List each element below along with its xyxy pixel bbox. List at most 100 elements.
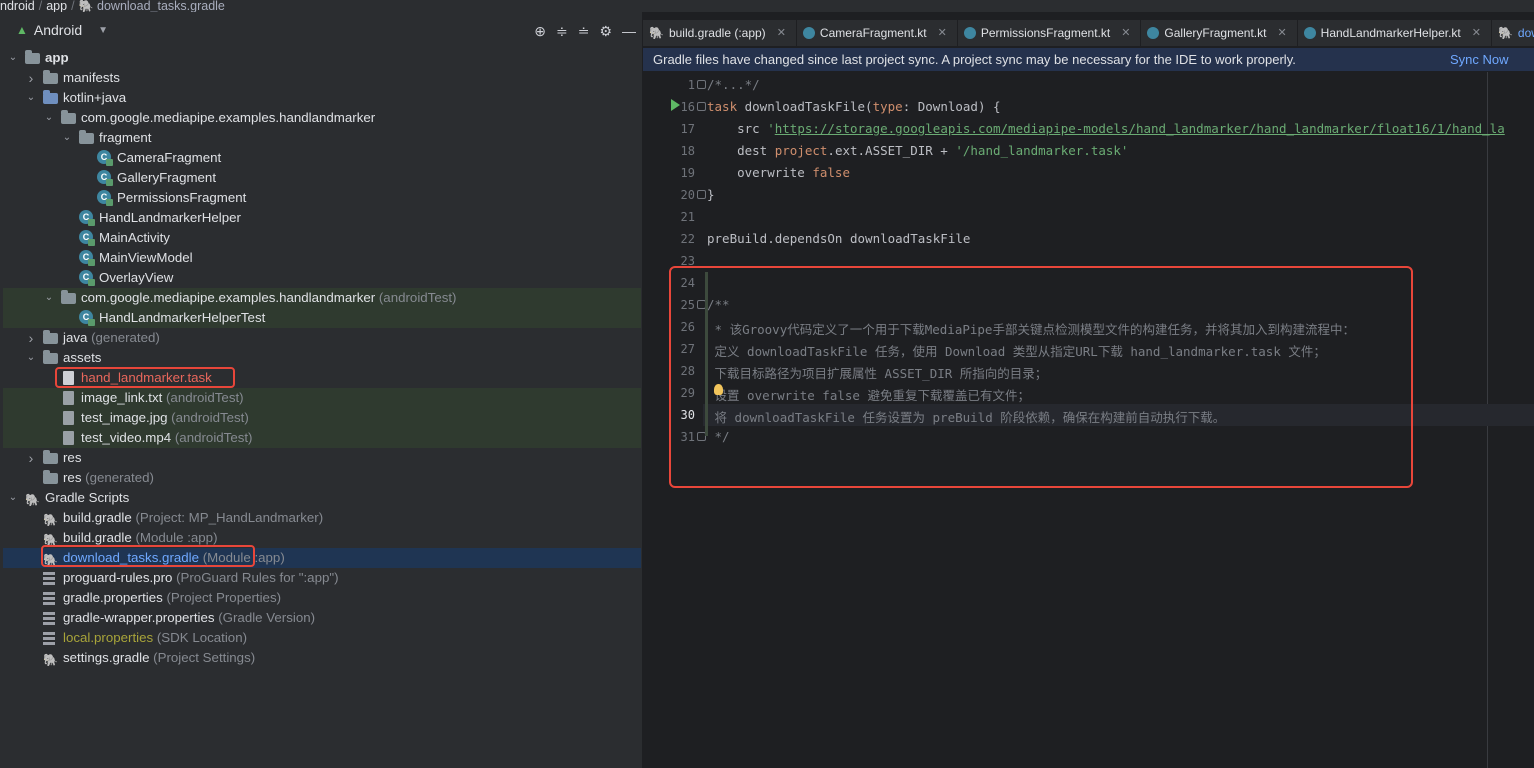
editor-area: 🐘 build.gradle (:app) ✕ CameraFragment.kt ✕ P… [643,12,1534,768]
tree-item[interactable]: ⌄ com.google.mediapipe.examples.handlandm… [3,108,641,128]
close-icon[interactable]: ✕ [1277,20,1286,46]
tree-item-hint: (generated) [81,470,154,485]
chevron-right-icon[interactable]: › [25,68,37,88]
fold-icon[interactable] [697,190,706,199]
tree-item-hint: (Project Settings) [149,650,256,665]
code-line: dest project.ext.ASSET_DIR + '/hand_land… [707,143,1128,158]
tree-item[interactable]: › res [3,448,641,468]
code-token: 设置 overwrite false 避免重复下载覆盖已有文件； [707,388,1030,403]
tree-item[interactable]: image_link.txt (androidTest) [3,388,641,408]
tree-item[interactable]: ⌄ fragment [3,128,641,148]
locate-file-icon[interactable]: ⊕ [534,23,546,40]
tree-item[interactable]: res (generated) [3,468,641,488]
tree-item[interactable]: test_video.mp4 (androidTest) [3,428,641,448]
tree-item[interactable]: › java (generated) [3,328,641,348]
tree-item-label: test_video.mp4 (androidTest) [81,428,252,448]
chevron-down-icon[interactable]: ⌄ [61,128,73,148]
tree-item[interactable]: C HandLandmarkerHelper [3,208,641,228]
sync-banner: Gradle files have changed since last pro… [643,48,1534,71]
tree-item[interactable]: gradle.properties (Project Properties) [3,588,641,608]
chevron-right-icon[interactable]: › [25,448,37,468]
tree-item-label: HandLandmarkerHelperTest [99,308,265,328]
tree-item[interactable]: test_image.jpg (androidTest) [3,408,641,428]
tree-item-label: proguard-rules.pro (ProGuard Rules for "… [63,568,339,588]
project-panel: ▲ Android ▼ ⊕ ≑ ≐ ⚙ — ⌄ app › manifests ⌄ kot… [0,12,643,768]
line-number: 24 [680,276,695,290]
tree-item[interactable]: 🐘 settings.gradle (Project Settings) [3,648,641,668]
editor-tab[interactable]: CameraFragment.kt ✕ [797,20,958,46]
code-line: * 该Groovy代码定义了一个用于下载MediaPipe手部关键点检测模型文件… [707,319,1355,338]
kotlin-class-icon: C [79,310,95,326]
code-line: /** [707,297,730,312]
collapse-all-icon[interactable]: ≐ [578,23,590,40]
fold-icon[interactable] [697,102,706,111]
chevron-down-icon[interactable]: ⌄ [25,88,37,108]
chevron-down-icon[interactable]: ⌄ [7,488,19,508]
tree-item[interactable]: gradle-wrapper.properties (Gradle Versio… [3,608,641,628]
tree-item[interactable]: ⌄ com.google.mediapipe.examples.handlandm… [3,288,641,308]
code-token: 将 downloadTaskFile 任务设置为 preBuild 阶段依赖，确… [707,410,1226,425]
code-line: /*...*/ [707,77,760,92]
tree-item-hint: (androidTest) [167,410,249,425]
tree-item-label: image_link.txt (androidTest) [81,388,244,408]
code-line: } [707,187,715,202]
chevron-down-icon[interactable]: ⌄ [7,48,19,68]
line-number: 17 [680,122,695,136]
close-icon[interactable]: ✕ [777,20,786,46]
tree-item-name: CameraFragment [117,150,222,165]
tree-item[interactable]: ⌄ kotlin+java [3,88,641,108]
editor-tab[interactable]: GalleryFragment.kt ✕ [1141,20,1298,46]
tree-item[interactable]: ⌄ 🐘 Gradle Scripts [3,488,641,508]
tree-item[interactable]: 🐘 build.gradle (Module :app) [3,528,641,548]
code-token: */ [707,429,730,444]
tree-item[interactable]: 🐘 build.gradle (Project: MP_HandLandmarke… [3,508,641,528]
tree-item[interactable]: 🐘 download_tasks.gradle (Module :app) [3,548,641,568]
chevron-down-icon: ▼ [98,24,109,36]
code-editor[interactable]: 1/*...*/16 task downloadTaskFile(type: Do… [643,72,1534,768]
chevron-down-icon[interactable]: ⌄ [25,348,37,368]
tree-item[interactable]: hand_landmarker.task [3,368,641,388]
chevron-down-icon[interactable]: ⌄ [43,288,55,308]
run-gutter-icon[interactable] [671,99,680,111]
tree-item[interactable]: local.properties (SDK Location) [3,628,641,648]
line-number: 18 [680,144,695,158]
line-number: 20 [680,188,695,202]
tree-item[interactable]: › manifests [3,68,641,88]
close-icon[interactable]: ✕ [1121,20,1130,46]
editor-tab[interactable]: HandLandmarkerHelper.kt ✕ [1298,20,1492,46]
properties-file-icon [43,590,59,606]
tree-item[interactable]: C PermissionsFragment [3,188,641,208]
file-icon [61,370,77,386]
tree-item-name: com.google.mediapipe.examples.handlandma… [81,110,376,125]
tree-item[interactable]: C CameraFragment [3,148,641,168]
tree-item-hint: (Project Properties) [162,590,282,605]
tree-item[interactable]: C MainActivity [3,228,641,248]
tree-item[interactable]: C GalleryFragment [3,168,641,188]
editor-tab[interactable]: 🐘 build.gradle (:app) ✕ [643,20,797,46]
project-view-selector[interactable]: ▲ Android ▼ [16,22,108,38]
tree-item-label: manifests [63,68,120,88]
close-icon[interactable]: ✕ [1472,20,1481,46]
gear-icon[interactable]: ⚙ [599,23,612,40]
lightbulb-icon[interactable] [714,384,723,395]
editor-tab[interactable]: 🐘 download_ [1492,20,1534,46]
tree-item[interactable]: ⌄ app [3,48,641,68]
code-line: 设置 overwrite false 避免重复下载覆盖已有文件； [707,385,1030,404]
close-icon[interactable]: ✕ [938,20,947,46]
sync-now-link[interactable]: Sync Now [1450,48,1509,71]
tree-item[interactable]: C OverlayView [3,268,641,288]
tree-item[interactable]: ⌄ assets [3,348,641,368]
tree-item[interactable]: C HandLandmarkerHelperTest [3,308,641,328]
tree-item[interactable]: C MainViewModel [3,248,641,268]
tree-item-label: res [63,448,81,468]
editor-tab-label: CameraFragment.kt [819,26,927,40]
chevron-right-icon[interactable]: › [25,328,37,348]
tree-item[interactable]: proguard-rules.pro (ProGuard Rules for "… [3,568,641,588]
tree-item-name: manifests [63,70,120,85]
code-token[interactable]: https://storage.googleapis.com/mediapipe… [775,121,1505,136]
fold-icon[interactable] [697,80,706,89]
editor-tab[interactable]: PermissionsFragment.kt ✕ [958,20,1142,46]
chevron-down-icon[interactable]: ⌄ [43,108,55,128]
hide-panel-icon[interactable]: — [622,23,636,40]
expand-all-icon[interactable]: ≑ [556,23,568,40]
